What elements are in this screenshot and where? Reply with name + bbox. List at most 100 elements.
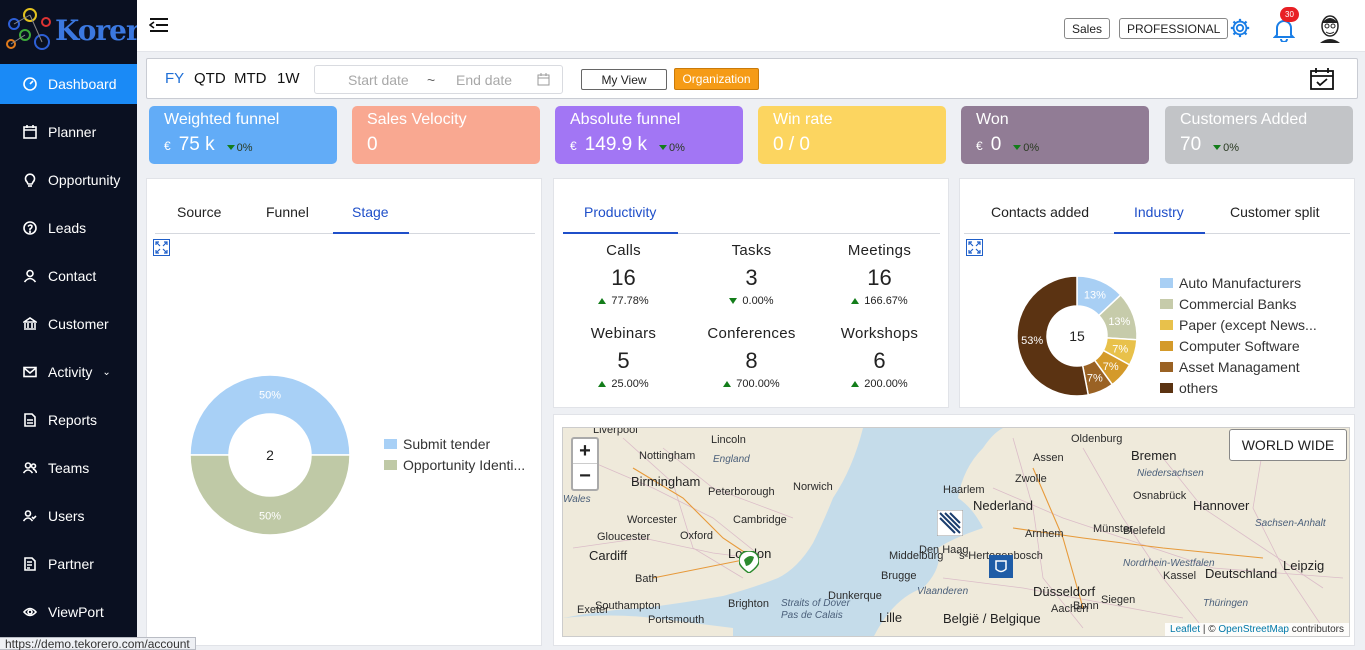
map-label: Brugge	[881, 570, 917, 582]
map-marker-arnhem[interactable]	[989, 555, 1013, 578]
chevron-down-icon[interactable]: ⌄	[102, 367, 110, 378]
sidebar-item-leads[interactable]: Leads	[0, 208, 137, 248]
kpi-title: Absolute funnel	[570, 111, 681, 128]
legend-item[interactable]: Submit tender	[384, 436, 490, 452]
sidebar-item-dashboard[interactable]: Dashboard	[0, 64, 137, 104]
legend-item[interactable]: Computer Software	[1160, 338, 1300, 354]
map-marker-london[interactable]	[738, 550, 760, 574]
sidebar-item-label: Leads	[48, 220, 87, 236]
map-label: Pas de Calais	[781, 610, 843, 621]
sales-button[interactable]: Sales	[1064, 18, 1111, 39]
legend-swatch	[384, 460, 397, 470]
productivity-workshops[interactable]: Workshops 6 200.00%	[817, 325, 942, 390]
kpi-card[interactable]: Win rate 0 / 0	[758, 106, 946, 164]
sidebar-item-label: Contact	[48, 268, 97, 284]
avatar[interactable]	[1317, 13, 1343, 43]
map-label: Portsmouth	[648, 614, 705, 626]
menu-toggle-icon[interactable]	[148, 17, 169, 33]
sidebar-item-customer[interactable]: Customer	[0, 304, 137, 344]
donut-slice[interactable]	[189, 454, 351, 536]
expand-icon[interactable]	[153, 239, 170, 261]
legend-item[interactable]: Commercial Banks	[1160, 296, 1296, 312]
kpi-card[interactable]: Sales Velocity 0	[352, 106, 540, 164]
sidebar-item-viewport[interactable]: ViewPort	[0, 592, 137, 632]
tab-contacts-added[interactable]: Contacts added	[991, 204, 1089, 220]
tab-productivity[interactable]: Productivity	[584, 204, 656, 220]
zoom-in-button[interactable]: +	[573, 439, 597, 464]
settings-gear-icon[interactable]	[1229, 17, 1251, 39]
tab-customer-split[interactable]: Customer split	[1230, 204, 1319, 220]
legend-item[interactable]: Paper (except News...	[1160, 317, 1317, 333]
donut-slice[interactable]	[189, 374, 351, 456]
tab-industry[interactable]: Industry	[1134, 204, 1184, 220]
legend-label: Commercial Banks	[1179, 296, 1297, 312]
notification-bell-icon[interactable]: 30	[1271, 7, 1299, 42]
map-label: Leipzig	[1283, 558, 1325, 573]
legend-item[interactable]: others	[1160, 380, 1218, 396]
plan-badge[interactable]: PROFESSIONAL	[1119, 18, 1229, 39]
kpi-card[interactable]: Customers Added 70 0%	[1165, 106, 1353, 164]
tab-funnel[interactable]: Funnel	[266, 204, 309, 220]
productivity-tasks[interactable]: Tasks 3 0.00%	[689, 242, 814, 307]
up-arrow-icon	[723, 381, 732, 387]
map-marker-den-haag[interactable]	[936, 509, 964, 537]
sidebar-item-planner[interactable]: Planner	[0, 112, 137, 152]
calendar-icon[interactable]	[537, 73, 550, 89]
down-arrow-icon	[659, 145, 668, 150]
sidebar-item-label: Users	[48, 508, 85, 524]
kpi-change: 0%	[226, 142, 253, 154]
sidebar-item-partner[interactable]: Partner	[0, 544, 137, 584]
legend-swatch	[1160, 278, 1173, 288]
kpi-currency: €	[976, 139, 983, 153]
map-label: Assen	[1033, 452, 1064, 464]
productivity-calls[interactable]: Calls 16 77.78%	[561, 242, 686, 307]
map-label: Vlaanderen	[917, 586, 969, 597]
world-wide-button[interactable]: WORLD WIDE	[1229, 429, 1347, 461]
kpi-card[interactable]: Won €0 0%	[961, 106, 1149, 164]
legend-swatch	[1160, 341, 1173, 351]
calendar-check-icon[interactable]	[1310, 68, 1334, 95]
period-fy[interactable]: FY	[165, 70, 184, 87]
productivity-meetings[interactable]: Meetings 16 166.67%	[817, 242, 942, 307]
period-1w[interactable]: 1W	[277, 70, 300, 87]
zoom-out-button[interactable]: −	[573, 464, 597, 489]
partner-icon	[22, 556, 38, 572]
sidebar-item-contact[interactable]: Contact	[0, 256, 137, 296]
legend-item[interactable]: Auto Manufacturers	[1160, 275, 1301, 291]
sidebar-item-label: Planner	[48, 124, 97, 140]
tab-stage[interactable]: Stage	[352, 204, 389, 220]
leaflet-link[interactable]: Leaflet	[1170, 624, 1200, 635]
legend-swatch	[1160, 362, 1173, 372]
map[interactable]: Liverpool Lincoln Nottingham England Birming…	[562, 427, 1350, 637]
down-arrow-icon	[1213, 145, 1222, 150]
kpi-card[interactable]: Absolute funnel €149.9 k 0%	[555, 106, 743, 164]
legend-item[interactable]: Asset Managament	[1160, 359, 1300, 375]
date-range-picker[interactable]: Start date ~ End date	[314, 65, 563, 94]
tab-source[interactable]: Source	[177, 204, 221, 220]
organization-button[interactable]: Organization	[674, 68, 759, 90]
logo[interactable]: Korero	[0, 0, 158, 64]
sidebar-item-users[interactable]: Users	[0, 496, 137, 536]
productivity-label: Meetings	[847, 242, 912, 259]
expand-icon[interactable]	[966, 239, 983, 261]
productivity-value: 16	[867, 265, 892, 290]
productivity-webinars[interactable]: Webinars 5 25.00%	[561, 325, 686, 390]
map-label: Osnabrück	[1133, 490, 1187, 502]
start-date-input[interactable]: Start date	[348, 72, 409, 88]
legend-item[interactable]: Opportunity Identi...	[384, 457, 525, 473]
my-view-button[interactable]: My View	[581, 69, 667, 90]
period-mtd[interactable]: MTD	[234, 70, 267, 87]
period-qtd[interactable]: QTD	[194, 70, 226, 87]
productivity-conferences[interactable]: Conferences 8 700.00%	[689, 325, 814, 390]
osm-link[interactable]: OpenStreetMap	[1218, 624, 1289, 635]
end-date-input[interactable]: End date	[456, 72, 512, 88]
sidebar-item-opportunity[interactable]: Opportunity	[0, 160, 137, 200]
sidebar-item-reports[interactable]: Reports	[0, 400, 137, 440]
donut-slice-label: 13%	[1084, 290, 1106, 302]
sidebar-item-label: Partner	[48, 556, 94, 572]
kpi-card[interactable]: Weighted funnel €75 k 0%	[149, 106, 337, 164]
productivity-value: 6	[873, 348, 886, 373]
donut-slice-label: 50%	[259, 390, 281, 402]
sidebar-item-teams[interactable]: Teams	[0, 448, 137, 488]
sidebar-item-activity[interactable]: Activity ⌄	[0, 352, 137, 392]
